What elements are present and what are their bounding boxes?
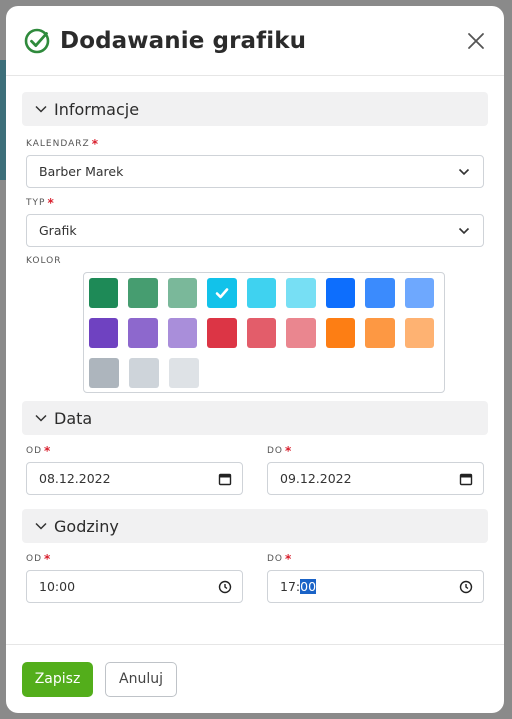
clock-icon[interactable]	[218, 580, 232, 594]
required-marker: *	[44, 444, 52, 458]
time-to-input[interactable]: 17: 00	[267, 570, 484, 603]
color-swatch[interactable]	[246, 278, 277, 308]
color-swatch[interactable]	[325, 278, 356, 308]
section-label: Godziny	[54, 516, 119, 536]
section-label: Informacje	[54, 99, 140, 119]
color-swatch[interactable]	[128, 278, 158, 308]
dialog-title: Dodawanie grafiku	[60, 27, 307, 54]
calendar-icon[interactable]	[218, 472, 232, 486]
date-to-label: DO *	[267, 444, 293, 458]
section-label: Data	[54, 408, 93, 428]
check-icon	[215, 288, 229, 299]
date-from-input[interactable]: 08.12.2022	[26, 462, 243, 495]
color-swatch[interactable]	[404, 318, 434, 348]
type-select[interactable]: Grafik	[26, 214, 484, 247]
date-from-value: 08.12.2022	[39, 471, 111, 486]
required-marker: *	[91, 137, 99, 151]
time-to-label: DO *	[267, 552, 293, 566]
chevron-down-icon	[35, 522, 47, 530]
color-palette	[83, 272, 445, 393]
calendar-label: KALENDARZ *	[26, 137, 99, 151]
time-from-value: 10:00	[39, 579, 76, 594]
type-value: Grafik	[39, 223, 77, 238]
required-marker: *	[285, 552, 293, 566]
save-button[interactable]: Zapisz	[22, 661, 93, 697]
swatch-row	[89, 318, 444, 358]
color-swatch[interactable]	[286, 278, 316, 308]
chevron-down-icon	[35, 414, 47, 422]
color-swatch[interactable]	[169, 358, 199, 388]
swatch-row	[89, 358, 444, 398]
section-header-date[interactable]: Data	[22, 401, 488, 435]
time-from-label: OD *	[26, 552, 52, 566]
time-from-input[interactable]: 10:00	[26, 570, 243, 603]
dialog-header: Dodawanie grafiku	[6, 6, 504, 76]
color-swatch[interactable]	[365, 318, 395, 348]
color-swatch[interactable]	[404, 278, 434, 308]
section-header-hours[interactable]: Godziny	[22, 509, 488, 543]
dialog-footer: Zapisz Anuluj	[6, 644, 504, 713]
color-swatch[interactable]	[167, 318, 198, 348]
color-swatch[interactable]	[128, 318, 158, 348]
required-marker: *	[47, 196, 55, 210]
color-swatch[interactable]	[207, 318, 237, 348]
close-icon[interactable]	[464, 29, 488, 53]
calendar-select[interactable]: Barber Marek	[26, 155, 484, 188]
color-swatch[interactable]	[89, 318, 119, 348]
color-swatch[interactable]	[325, 318, 356, 348]
chevron-down-icon	[35, 105, 47, 113]
chevron-down-icon	[458, 227, 470, 234]
color-swatch[interactable]	[365, 278, 395, 308]
color-swatch[interactable]	[89, 358, 119, 388]
calendar-icon[interactable]	[459, 472, 473, 486]
chevron-down-icon	[458, 168, 470, 175]
date-from-label: OD *	[26, 444, 52, 458]
clock-icon[interactable]	[459, 580, 473, 594]
date-to-value: 09.12.2022	[280, 471, 352, 486]
color-swatch[interactable]	[167, 278, 198, 308]
date-to-input[interactable]: 09.12.2022	[267, 462, 484, 495]
time-to-minutes-selected[interactable]: 00	[300, 579, 317, 594]
color-swatch[interactable]	[207, 278, 237, 308]
add-schedule-dialog: Dodawanie grafiku Informacje KALENDARZ * …	[6, 6, 504, 713]
required-marker: *	[285, 444, 293, 458]
calendar-value: Barber Marek	[39, 164, 124, 179]
swatch-row	[89, 278, 444, 318]
type-label: TYP *	[26, 196, 55, 210]
cancel-button[interactable]: Anuluj	[105, 661, 177, 697]
color-swatch[interactable]	[129, 358, 159, 388]
check-circle-icon	[24, 28, 50, 53]
color-swatch[interactable]	[286, 318, 316, 348]
section-header-info[interactable]: Informacje	[22, 92, 488, 126]
color-label: KOLOR	[26, 256, 62, 266]
time-to-hours: 17:	[280, 579, 301, 594]
color-swatch[interactable]	[246, 318, 277, 348]
color-swatch[interactable]	[89, 278, 119, 308]
required-marker: *	[44, 552, 52, 566]
